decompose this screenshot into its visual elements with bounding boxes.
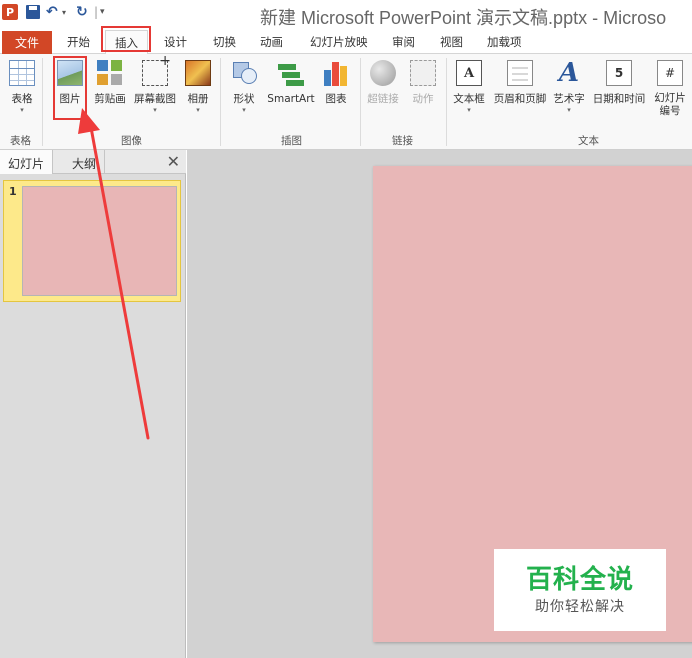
chevron-down-icon: ▾ [567,106,571,114]
chart-button-label: 图表 [325,93,347,105]
table-button-label: 表格 [11,93,33,105]
clipart-button-label: 剪贴画 [94,93,126,105]
tab-animations[interactable]: 动画 [260,34,283,50]
highlight-picture-button [53,56,87,120]
group-divider [220,58,221,146]
screenshot-button-label: 屏幕截图 [134,93,176,105]
textbox-button-label: 文本框 [453,93,485,105]
slide-number-button[interactable]: # 幻灯片 编号 [651,60,689,118]
shapes-button[interactable]: 形状 ▾ [229,60,259,114]
screenshot-button[interactable]: 屏幕截图 ▾ [131,53,179,114]
undo-dropdown-icon[interactable]: ▾ [62,4,66,20]
group-label-tables: 表格 [10,135,31,147]
chart-icon [323,60,349,86]
photo-album-button-label: 相册 [187,93,209,105]
table-button[interactable]: 表格 ▾ [6,60,38,114]
header-footer-button[interactable]: 页眉和页脚 [491,60,549,106]
customize-quick-access-icon[interactable]: ▾ [100,4,105,20]
save-icon[interactable] [26,5,40,19]
photo-album-icon [185,60,211,86]
header-footer-icon [507,60,533,86]
quick-access-separator: | [94,5,99,19]
close-icon[interactable]: ✕ [167,152,180,171]
watermark-logo: 百科全说 助你轻松解决 [494,549,666,631]
tab-home[interactable]: 开始 [67,34,90,50]
highlight-insert-tab [101,26,151,52]
date-time-button-label: 日期和时间 [592,93,646,105]
window-title: 新建 Microsoft PowerPoint 演示文稿.pptx - Micr… [260,8,667,28]
slide-number: 1 [9,185,17,198]
chart-button[interactable]: 图表 [321,60,351,106]
chevron-down-icon: ▾ [20,106,24,114]
tab-addins[interactable]: 加载项 [487,34,522,50]
slide-number-button-label: 幻灯片 编号 [651,92,689,118]
redo-icon[interactable]: ↻ [76,4,88,20]
slides-pane-tabs: 幻灯片 大纲 ✕ [0,150,186,174]
photo-album-button[interactable]: 相册 ▾ [183,60,213,114]
smartart-button-label: SmartArt [267,93,315,105]
slides-pane: 幻灯片 大纲 ✕ 1 [0,150,186,658]
chevron-down-icon: ▾ [196,106,200,114]
date-time-button[interactable]: 5 日期和时间 [590,60,648,106]
chevron-down-icon: ▾ [467,106,471,114]
group-label-images: 图像 [121,135,142,147]
smartart-button[interactable]: SmartArt [265,60,317,106]
group-divider [360,58,361,146]
wordart-icon: A [558,58,580,88]
group-divider [42,58,43,146]
calendar-icon: 5 [606,60,632,86]
watermark-title: 百科全说 [525,565,634,595]
tab-transitions[interactable]: 切换 [213,34,236,50]
shapes-icon [231,60,257,86]
tab-slideshow[interactable]: 幻灯片放映 [310,34,368,50]
hyperlink-button-label: 超链接 [367,93,399,105]
table-icon [9,60,35,86]
ribbon-insert-panel: 表格 ▾ 表格 图片 剪贴画 屏幕截图 ▾ 相册 ▾ 图像 形状 ▾ Smart… [0,53,692,150]
powerpoint-logo-icon[interactable]: P [2,4,18,20]
slide-number-label-line1: 幻灯片 [654,92,686,104]
group-label-illustrations: 插图 [281,135,302,147]
textbox-button[interactable]: A 文本框 ▾ [451,60,487,114]
group-divider [446,58,447,146]
slide-thumbnail[interactable] [22,186,177,296]
group-label-text: 文本 [578,135,599,147]
action-icon [410,60,436,86]
screenshot-icon [142,53,171,86]
chevron-down-icon: ▾ [242,106,246,114]
action-button-label: 动作 [412,93,434,105]
watermark-subtitle: 助你轻松解决 [535,599,625,615]
wordart-button-label: 艺术字 [553,93,585,105]
slide-number-icon: # [657,60,683,86]
undo-icon[interactable]: ↶ [46,4,58,20]
shapes-button-label: 形状 [233,93,255,105]
hyperlink-button: 超链接 [364,60,402,106]
tab-review[interactable]: 审阅 [392,34,415,50]
tab-slides[interactable]: 幻灯片 [0,150,54,174]
smartart-icon [278,60,304,86]
slide-thumbnail-selected[interactable]: 1 [3,180,181,302]
tab-outline[interactable]: 大纲 [64,150,106,174]
group-label-links: 链接 [392,135,413,147]
action-button: 动作 [408,60,438,106]
textbox-icon: A [456,60,482,86]
wordart-button[interactable]: A 艺术字 ▾ [551,60,587,114]
header-footer-button-label: 页眉和页脚 [493,93,547,105]
tab-view[interactable]: 视图 [440,34,463,50]
clipart-button[interactable]: 剪贴画 [92,60,128,106]
tab-design[interactable]: 设计 [164,34,187,50]
tab-file[interactable]: 文件 [2,31,52,54]
hyperlink-icon [370,60,396,86]
clipart-icon [97,60,123,86]
chevron-down-icon: ▾ [153,106,157,114]
slide-number-label-line2: 编号 [659,105,681,117]
